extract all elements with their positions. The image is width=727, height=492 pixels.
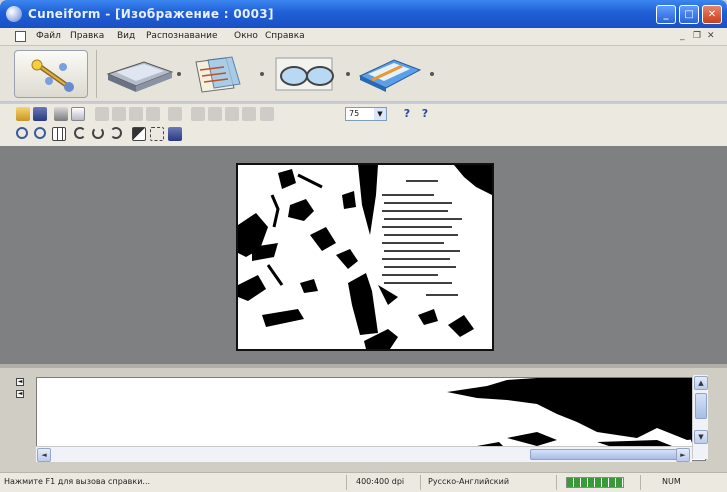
fit-grid-icon[interactable] <box>52 127 66 141</box>
invert-icon[interactable] <box>132 127 146 141</box>
layout-icon[interactable] <box>186 54 258 94</box>
find-icon[interactable] <box>168 107 182 121</box>
toolbar-separator <box>96 50 97 98</box>
rotate-180-icon[interactable] <box>92 127 104 139</box>
mdi-close-button[interactable]: ✕ <box>707 31 715 41</box>
title-bar[interactable]: Cuneiform - [Изображение : 0003] _ □ ✕ <box>0 0 727 28</box>
paste-icon[interactable] <box>129 107 143 121</box>
print-preview-icon[interactable] <box>71 107 85 121</box>
window-title: Cuneiform - [Изображение : 0003] <box>28 7 274 21</box>
mdi-restore-button[interactable]: ❐ <box>693 31 701 41</box>
paragraph-icon[interactable] <box>260 107 274 121</box>
scroll-up-button[interactable]: ▲ <box>694 376 708 390</box>
menu-window[interactable]: Окно <box>234 31 258 41</box>
status-separator <box>420 475 421 490</box>
status-num: NUM <box>662 477 681 486</box>
context-help-icon[interactable]: ? <box>418 107 432 121</box>
menu-recognition[interactable]: Распознавание <box>146 31 218 41</box>
step-arrow <box>177 72 181 76</box>
status-language: Русско-Английский <box>428 477 510 486</box>
scanner-icon[interactable] <box>104 54 176 94</box>
horizontal-scrollbar[interactable]: ◄ ► <box>36 446 692 462</box>
zoom-in-icon[interactable] <box>16 127 28 139</box>
scroll-down-button[interactable]: ▼ <box>694 430 708 444</box>
rotate-left-icon[interactable] <box>74 127 86 139</box>
rotate-right-icon[interactable] <box>110 127 122 139</box>
horizontal-scroll-thumb[interactable] <box>530 449 680 460</box>
maximize-button[interactable]: □ <box>679 5 699 24</box>
fit-page-icon[interactable] <box>150 127 164 141</box>
status-separator <box>640 475 641 490</box>
mdi-minimize-button[interactable]: _ <box>680 31 685 41</box>
menu-bar: Файл Правка Вид Распознавание Окно Справ… <box>0 28 727 46</box>
menu-help[interactable]: Справка <box>265 31 305 41</box>
panel-marker[interactable]: ◄ <box>16 378 24 386</box>
export-icon[interactable] <box>354 54 426 94</box>
scroll-right-button[interactable]: ► <box>676 448 690 462</box>
document-icon[interactable] <box>15 31 26 42</box>
menu-edit[interactable]: Правка <box>70 31 104 41</box>
minimize-button[interactable]: _ <box>656 5 676 24</box>
process-toolbar <box>0 46 727 102</box>
status-progress <box>566 477 624 488</box>
status-separator <box>556 475 557 490</box>
standard-toolbar: 75 ▼ ? ? <box>0 104 727 124</box>
wizard-icon <box>31 59 74 92</box>
image-workspace[interactable] <box>0 146 727 364</box>
zoom-out-icon[interactable] <box>34 127 46 139</box>
status-separator <box>346 475 347 490</box>
step-arrow <box>430 72 434 76</box>
help-icon[interactable]: ? <box>400 107 414 121</box>
save-image-icon[interactable] <box>168 127 182 141</box>
format-icon[interactable] <box>225 107 239 121</box>
status-bar: Нажмите F1 для вызова справки... 400:400… <box>0 472 727 492</box>
scanned-page[interactable] <box>236 163 494 351</box>
status-progress-fill <box>567 478 623 487</box>
open-icon[interactable] <box>16 107 30 121</box>
menu-file[interactable]: Файл <box>36 31 61 41</box>
close-button[interactable]: ✕ <box>702 5 722 24</box>
copy-icon[interactable] <box>112 107 126 121</box>
scanned-page-image <box>238 165 492 349</box>
vertical-scroll-thumb[interactable] <box>695 393 707 419</box>
zoom-select[interactable]: 75 ▼ <box>345 107 387 121</box>
view-toolbar <box>0 124 727 146</box>
scroll-left-button[interactable]: ◄ <box>37 448 51 462</box>
app-icon[interactable] <box>6 6 22 22</box>
vertical-scrollbar[interactable]: ▲ ▼ <box>692 375 708 459</box>
status-dpi: 400:400 dpi <box>356 477 405 486</box>
picture-icon[interactable] <box>242 107 256 121</box>
wizard-button[interactable] <box>14 50 88 98</box>
step-arrow <box>260 72 264 76</box>
columns-icon[interactable] <box>208 107 222 121</box>
step-arrow <box>346 72 350 76</box>
menu-view[interactable]: Вид <box>117 31 135 41</box>
cut-icon[interactable] <box>95 107 109 121</box>
undo-icon[interactable] <box>146 107 160 121</box>
status-hint: Нажмите F1 для вызова справки... <box>4 477 151 486</box>
panel-marker[interactable]: ◄ <box>16 390 24 398</box>
chevron-down-icon[interactable]: ▼ <box>374 108 386 120</box>
print-icon[interactable] <box>54 107 68 121</box>
glasses-icon[interactable] <box>270 54 342 94</box>
zoom-value: 75 <box>349 109 360 118</box>
table-icon[interactable] <box>191 107 205 121</box>
save-icon[interactable] <box>33 107 47 121</box>
